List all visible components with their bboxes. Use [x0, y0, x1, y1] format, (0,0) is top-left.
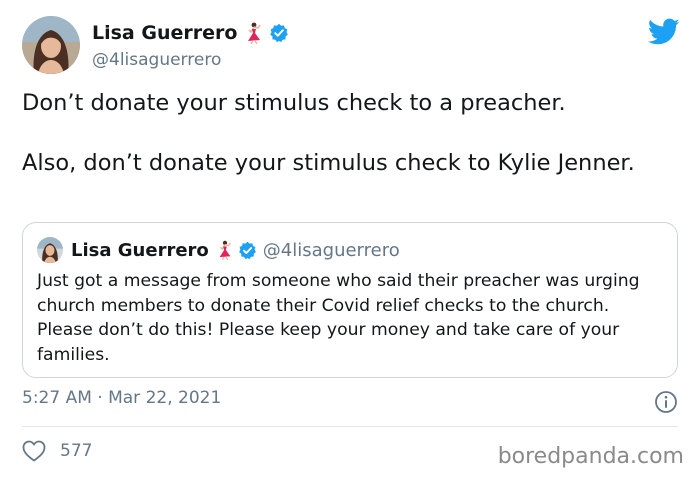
quoted-handle: @4lisaguerrero	[262, 239, 400, 261]
like-action[interactable]: 577	[22, 440, 92, 462]
like-count: 577	[60, 441, 93, 461]
quoted-tweet-header: Lisa Guerrero @4lisaguerrero	[37, 237, 400, 263]
quoted-display-name: Lisa Guerrero	[71, 239, 209, 261]
avatar[interactable]	[22, 16, 80, 74]
quoted-tweet[interactable]: Lisa Guerrero @4lisaguerrero Just got a …	[22, 222, 678, 378]
tweet-card: Lisa Guerrero @4lisaguerrero Don’t donat…	[0, 0, 700, 480]
dancer-emoji	[217, 240, 233, 261]
author-name-row: Lisa Guerrero	[92, 22, 289, 45]
tweet-text-line2: Also, don’t donate your stimulus check t…	[22, 150, 635, 176]
tweet-text-line1: Don’t donate your stimulus check to a pr…	[22, 90, 566, 116]
dancer-emoji	[245, 22, 263, 45]
tweet-header: Lisa Guerrero @4lisaguerrero	[22, 14, 682, 76]
info-icon[interactable]	[654, 390, 678, 414]
quoted-avatar	[37, 237, 63, 263]
author-display-name[interactable]: Lisa Guerrero	[92, 22, 237, 44]
verified-badge-icon	[238, 241, 257, 260]
heart-icon[interactable]	[22, 440, 46, 462]
quoted-tweet-text: Just got a message from someone who said…	[37, 271, 640, 365]
author-handle[interactable]: @4lisaguerrero	[92, 50, 221, 70]
verified-badge-icon	[269, 23, 289, 43]
tweet-text: Don’t donate your stimulus check to a pr…	[22, 88, 678, 178]
twitter-logo-icon[interactable]	[647, 18, 680, 46]
divider	[22, 426, 678, 427]
watermark: boredpanda.com	[497, 444, 684, 469]
tweet-timestamp[interactable]: 5:27 AM · Mar 22, 2021	[22, 388, 221, 408]
